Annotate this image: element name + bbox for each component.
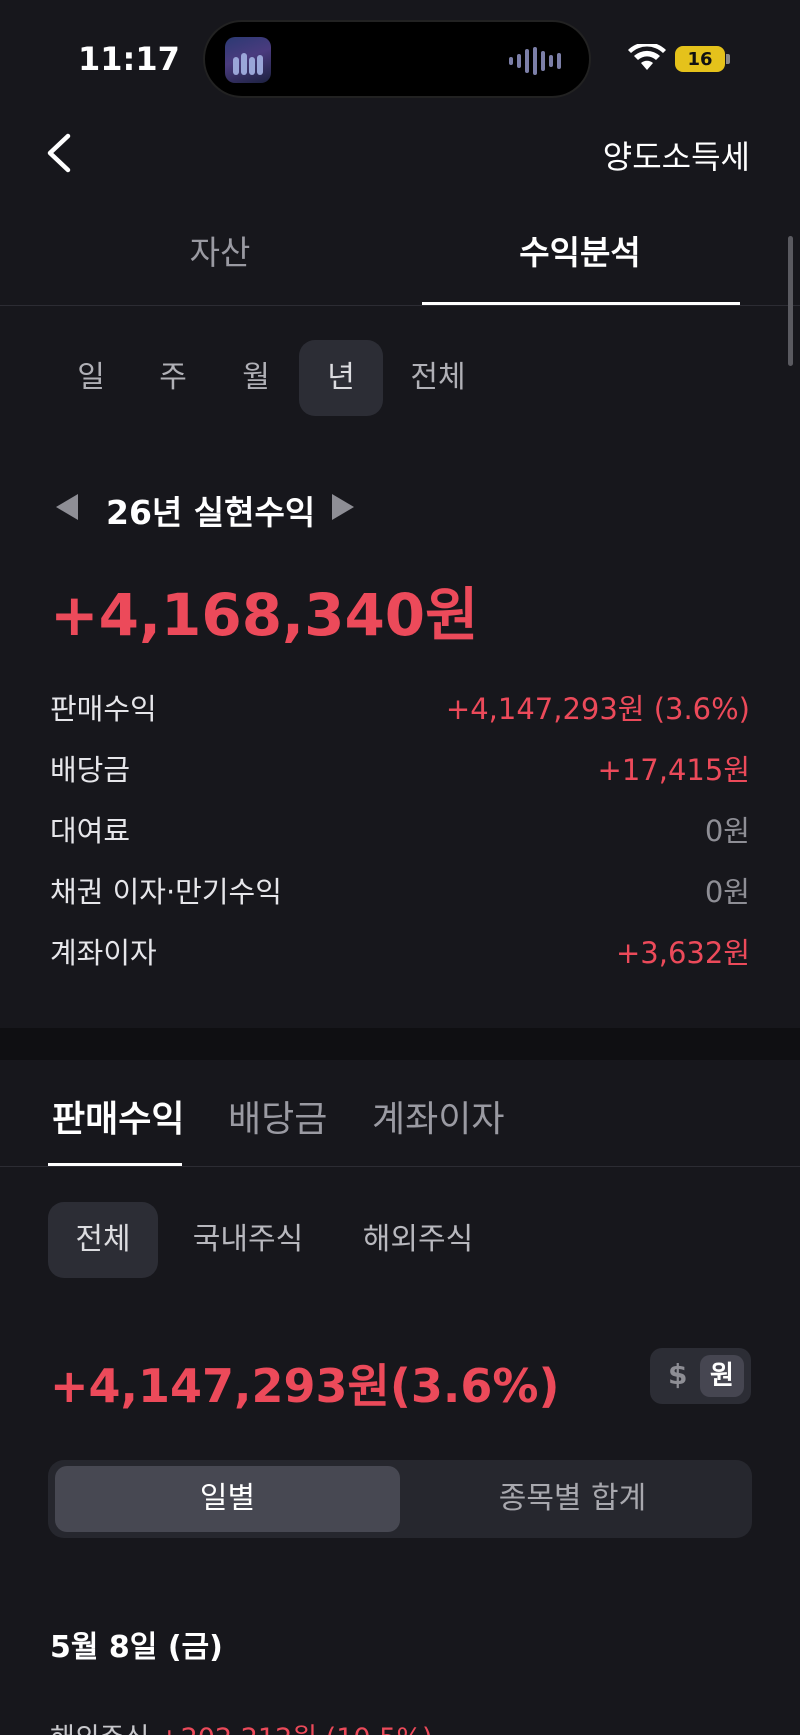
battery-icon: 16 (675, 46, 725, 72)
row-label-sale-profit: 판매수익 (50, 692, 157, 726)
tab-account-interest[interactable]: 계좌이자 (372, 1090, 504, 1142)
row-value-sale-profit: +4,147,293원 (3.6%) (445, 692, 750, 726)
tab-sale-profit[interactable]: 판매수익 (52, 1090, 184, 1142)
currency-won-option[interactable]: 원 (700, 1355, 744, 1397)
status-time: 11:17 (78, 40, 180, 78)
row-label-account-interest: 계좌이자 (50, 936, 157, 970)
realized-profit-title: 26년 실현수익 (106, 493, 316, 532)
row-value-bond-interest: 0원 (704, 875, 750, 909)
list-item-value: +202,212원 (10.5%) (158, 1723, 433, 1735)
scrollbar[interactable] (788, 236, 793, 366)
tab-dividend[interactable]: 배당금 (228, 1090, 327, 1142)
sale-profit-amount: +4,147,293원(3.6%) (50, 1359, 560, 1413)
tab-assets[interactable]: 자산 (40, 226, 400, 274)
period-year[interactable]: 년 (299, 340, 383, 416)
chevron-left-icon[interactable] (42, 132, 76, 174)
period-month[interactable]: 월 (217, 340, 295, 416)
filter-overseas[interactable]: 해외주식 (350, 1202, 486, 1278)
prev-year-icon[interactable] (56, 494, 78, 520)
row-label-lending-fee: 대여료 (50, 814, 131, 848)
view-daily-button[interactable]: 일별 (55, 1466, 400, 1532)
media-thumbnail-icon (225, 37, 271, 83)
row-label-bond-interest: 채권 이자·만기수익 (50, 875, 282, 909)
period-week[interactable]: 주 (134, 340, 212, 416)
tab-profit-analysis[interactable]: 수익분석 (400, 226, 760, 274)
battery-cap (726, 54, 730, 64)
realized-profit-amount: +4,168,340원 (50, 581, 479, 649)
row-value-dividend: +17,415원 (597, 753, 750, 787)
next-year-icon[interactable] (332, 494, 354, 520)
list-item-market: 해외주식 (50, 1723, 149, 1735)
divider (0, 305, 800, 306)
row-value-lending-fee: 0원 (704, 814, 750, 848)
filter-domestic[interactable]: 국내주식 (180, 1202, 316, 1278)
wifi-icon (628, 44, 666, 70)
section-separator (0, 1028, 800, 1060)
filter-all[interactable]: 전체 (48, 1202, 158, 1278)
capital-gains-tax-link[interactable]: 양도소득세 (603, 132, 750, 178)
divider (0, 1166, 800, 1167)
dynamic-island[interactable] (203, 20, 591, 98)
period-day[interactable]: 일 (52, 340, 130, 416)
row-label-dividend: 배당금 (50, 753, 131, 787)
currency-dollar-option[interactable]: $ (668, 1358, 687, 1391)
audio-wave-icon (509, 47, 561, 75)
view-by-stock-button[interactable]: 종목별 합계 (400, 1466, 745, 1532)
currency-toggle[interactable]: $ 원 (650, 1348, 751, 1404)
list-item[interactable]: 해외주식 +202,212원 (10.5%) (50, 1716, 433, 1735)
date-header: 5월 8일 (금) (50, 1630, 223, 1665)
period-all[interactable]: 전체 (396, 340, 480, 416)
view-segmented-control: 일별 종목별 합계 (48, 1460, 752, 1538)
row-value-account-interest: +3,632원 (616, 936, 750, 970)
